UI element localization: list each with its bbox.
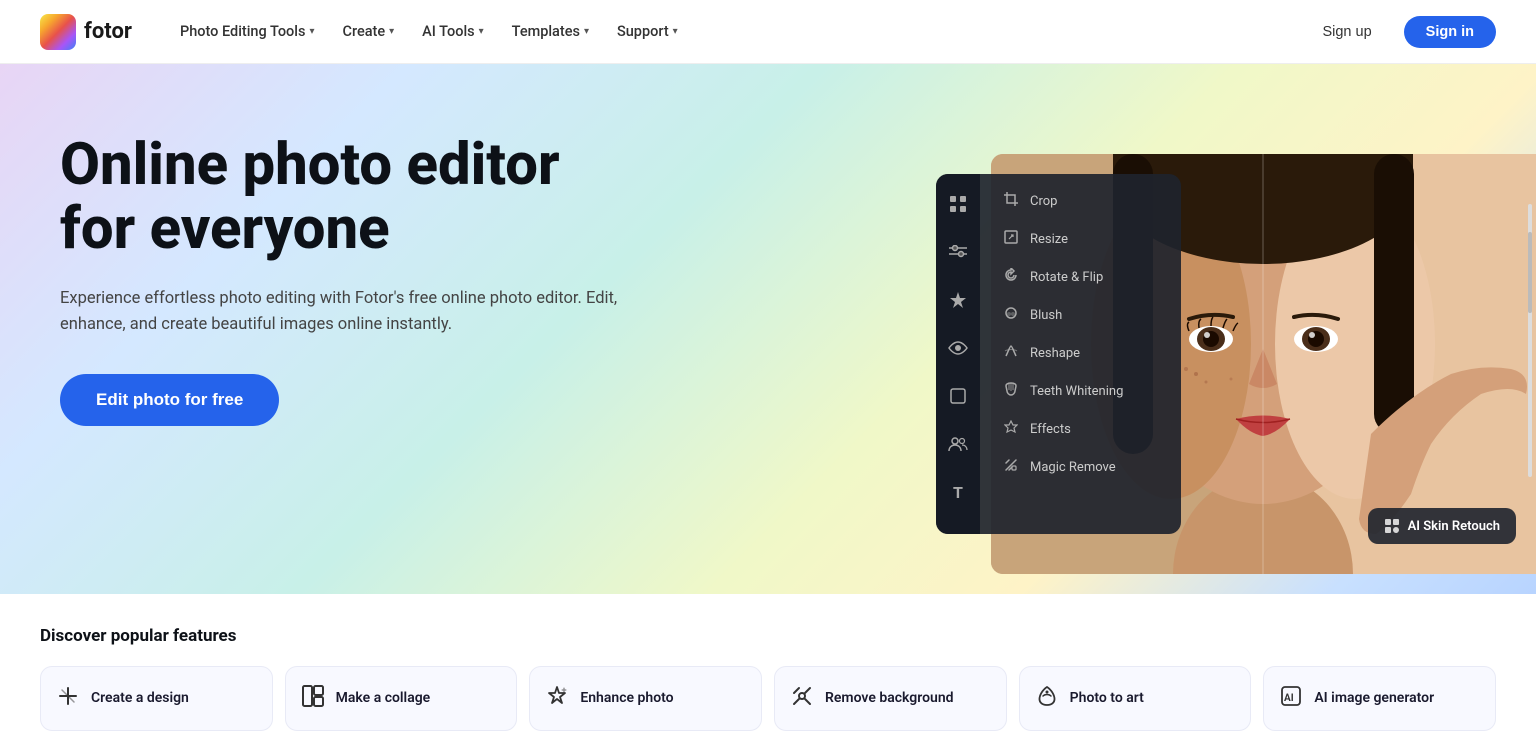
- feature-photo-to-art-label: Photo to art: [1070, 689, 1144, 707]
- editor-panel: T Crop Resize: [936, 174, 1181, 534]
- logo[interactable]: fotor: [40, 14, 132, 50]
- nav-left: fotor Photo Editing Tools ▾ Create ▾ AI …: [40, 14, 690, 50]
- nav-right: Sign up Sign in: [1302, 16, 1496, 48]
- nav-item-create[interactable]: Create ▾: [330, 17, 406, 46]
- photo-to-art-icon: [1036, 685, 1058, 712]
- hero-image-container: T Crop Resize: [956, 154, 1536, 574]
- teeth-icon: [1002, 382, 1020, 400]
- menu-item-magic-remove[interactable]: Magic Remove: [986, 448, 1175, 486]
- menu-item-blush[interactable]: Blush: [986, 296, 1175, 334]
- feature-remove-background[interactable]: Remove background: [774, 666, 1007, 731]
- feature-ai-image-generator[interactable]: AI AI image generator: [1263, 666, 1496, 731]
- enhance-photo-icon: [546, 685, 568, 712]
- chevron-down-icon: ▾: [309, 26, 314, 37]
- menu-item-resize[interactable]: Resize: [986, 220, 1175, 258]
- logo-icon: [40, 14, 76, 50]
- make-collage-icon: [302, 685, 324, 712]
- signup-button[interactable]: Sign up: [1302, 16, 1391, 48]
- features-section-title: Discover popular features: [40, 626, 1496, 646]
- editor-sidebar: T: [936, 174, 980, 534]
- ai-skin-retouch-badge: AI Skin Retouch: [1368, 508, 1516, 544]
- feature-create-design[interactable]: Create a design: [40, 666, 273, 731]
- sidebar-square-icon[interactable]: [944, 382, 972, 410]
- magic-remove-icon: [1002, 458, 1020, 476]
- svg-text:AI: AI: [1284, 693, 1294, 704]
- logo-text: fotor: [84, 19, 132, 44]
- effects-icon: [1002, 420, 1020, 438]
- feature-enhance-photo[interactable]: Enhance photo: [529, 666, 762, 731]
- feature-make-collage[interactable]: Make a collage: [285, 666, 518, 731]
- sidebar-adjust-icon[interactable]: [944, 238, 972, 266]
- feature-create-design-label: Create a design: [91, 689, 189, 707]
- chevron-down-icon: ▾: [673, 26, 678, 37]
- feature-remove-background-label: Remove background: [825, 689, 954, 707]
- create-design-icon: [57, 685, 79, 712]
- reshape-icon: [1002, 344, 1020, 362]
- sidebar-text-icon[interactable]: T: [944, 478, 972, 506]
- hero-subtitle: Experience effortless photo editing with…: [60, 286, 620, 339]
- sidebar-magic-icon[interactable]: [944, 286, 972, 314]
- editor-menu: Crop Resize Rotate & Flip: [980, 174, 1181, 494]
- rotate-icon: [1002, 268, 1020, 286]
- features-section: Discover popular features Create a desig…: [0, 594, 1536, 751]
- scrollbar-thumb: [1528, 232, 1532, 314]
- hero-title: Online photo editor for everyone: [60, 134, 640, 262]
- hero-section: Online photo editor for everyone Experie…: [0, 64, 1536, 594]
- scrollbar: [1528, 204, 1532, 476]
- nav-menu: Photo Editing Tools ▾ Create ▾ AI Tools …: [168, 17, 690, 46]
- nav-item-photo-editing[interactable]: Photo Editing Tools ▾: [168, 17, 327, 46]
- menu-item-crop[interactable]: Crop: [986, 182, 1175, 220]
- nav-item-ai-tools[interactable]: AI Tools ▾: [410, 17, 496, 46]
- sidebar-grid-icon[interactable]: [944, 190, 972, 218]
- ai-image-generator-icon: AI: [1280, 685, 1302, 712]
- feature-make-collage-label: Make a collage: [336, 689, 431, 707]
- sidebar-eye-icon[interactable]: [944, 334, 972, 362]
- nav-item-templates[interactable]: Templates ▾: [500, 17, 601, 46]
- chevron-down-icon: ▾: [584, 26, 589, 37]
- nav-item-support[interactable]: Support ▾: [605, 17, 690, 46]
- navbar: fotor Photo Editing Tools ▾ Create ▾ AI …: [0, 0, 1536, 64]
- feature-photo-to-art[interactable]: Photo to art: [1019, 666, 1252, 731]
- menu-item-teeth[interactable]: Teeth Whitening: [986, 372, 1175, 410]
- blush-icon: [1002, 306, 1020, 324]
- chevron-down-icon: ▾: [389, 26, 394, 37]
- ai-badge-icon: [1384, 518, 1400, 534]
- signin-button[interactable]: Sign in: [1404, 16, 1496, 48]
- resize-icon: [1002, 230, 1020, 248]
- feature-ai-image-generator-label: AI image generator: [1314, 689, 1434, 707]
- crop-icon: [1002, 192, 1020, 210]
- features-grid: Create a design Make a collage Enhance p…: [40, 666, 1496, 731]
- sidebar-people-icon[interactable]: [944, 430, 972, 458]
- hero-content: Online photo editor for everyone Experie…: [0, 64, 700, 466]
- menu-item-rotate[interactable]: Rotate & Flip: [986, 258, 1175, 296]
- menu-item-reshape[interactable]: Reshape: [986, 334, 1175, 372]
- feature-enhance-photo-label: Enhance photo: [580, 689, 673, 707]
- chevron-down-icon: ▾: [479, 26, 484, 37]
- remove-background-icon: [791, 685, 813, 712]
- edit-photo-button[interactable]: Edit photo for free: [60, 374, 279, 426]
- menu-item-effects[interactable]: Effects: [986, 410, 1175, 448]
